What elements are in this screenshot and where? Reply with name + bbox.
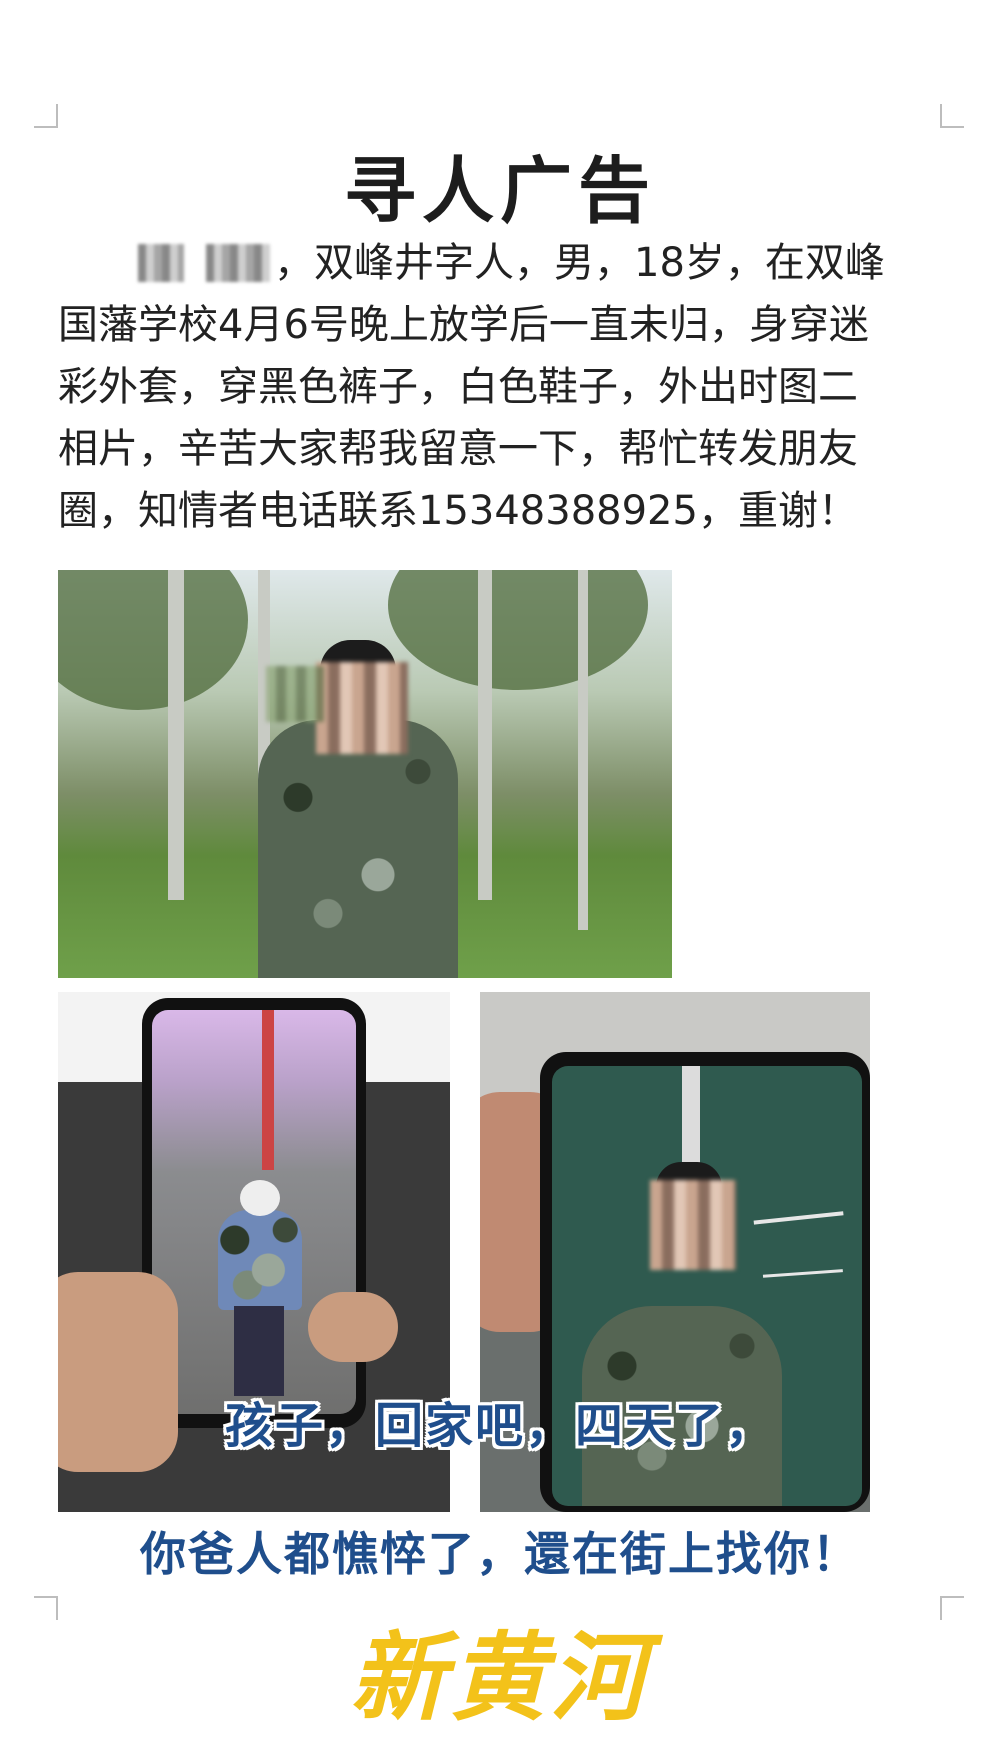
caption-line-1: 孩子，回家吧，四天了， bbox=[224, 1398, 775, 1454]
face-blur bbox=[266, 666, 324, 722]
redacted-name-blur bbox=[206, 244, 270, 282]
body-line-5: 圈，知情者电话联系15348388925，重谢！ bbox=[58, 488, 858, 534]
body-line-4: 相片，辛苦大家帮我留意一下，帮忙转发朋友 bbox=[58, 426, 858, 472]
photo-outdoor-portrait bbox=[58, 570, 672, 978]
xinhuanghe-logo: 新黄河 bbox=[350, 1621, 650, 1734]
crop-mark-top-right bbox=[940, 104, 964, 128]
body-line-2: 国藩学校4月6号晚上放学后一直未归，身穿迷 bbox=[58, 302, 869, 348]
hand bbox=[308, 1292, 398, 1362]
notice-title: 寻人广告 bbox=[343, 149, 656, 233]
face-blur bbox=[316, 662, 408, 754]
caption-line-2: 你爸人都憔悴了，還在街上找你！ bbox=[140, 1527, 860, 1581]
face-blur bbox=[650, 1180, 736, 1270]
person-figure bbox=[258, 720, 458, 978]
body-line-1: ，双峰井字人，男，18岁，在双峰 bbox=[58, 232, 938, 294]
redacted-name-blur bbox=[138, 244, 184, 282]
notice-body: ，双峰井字人，男，18岁，在双峰 国藩学校4月6号晚上放学后一直未归，身穿迷 彩… bbox=[58, 232, 938, 542]
crop-mark-top-left bbox=[34, 104, 58, 128]
body-line-3: 彩外套，穿黑色裤子，白色鞋子，外出时图二 bbox=[58, 364, 858, 410]
